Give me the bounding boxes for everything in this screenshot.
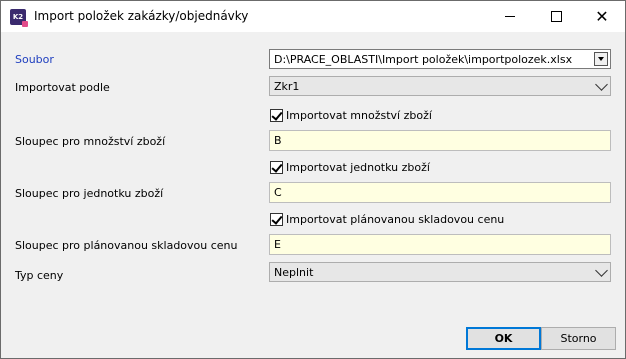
window-title: Import položek zakázky/objednávky <box>34 9 249 23</box>
cancel-button[interactable]: Storno <box>541 327 616 350</box>
minimize-icon <box>505 16 515 17</box>
maximize-icon <box>550 11 562 22</box>
soubor-label: Soubor <box>15 53 54 66</box>
checkbox-checked-icon[interactable] <box>270 213 283 226</box>
jednotka-col-label: Sloupec pro jednotku zboží <box>15 187 164 200</box>
soubor-value: D:\PRACE_OBLASTI\Import položek\importpo… <box>274 53 573 66</box>
chevron-down-icon <box>595 78 608 91</box>
soubor-combo[interactable]: D:\PRACE_OBLASTI\Import položek\importpo… <box>269 49 611 69</box>
jednotka-col-input[interactable]: C <box>269 182 611 203</box>
jednotka-col-value: C <box>274 186 282 199</box>
typ-ceny-label: Typ ceny <box>15 269 64 282</box>
dialog-window: K2 Import položek zakázky/objednávky ✕ S… <box>0 0 626 359</box>
close-icon: ✕ <box>595 6 609 26</box>
mnozstvi-col-input[interactable]: B <box>269 130 611 151</box>
cena-col-label: Sloupec pro plánovanou skladovou cenu <box>15 239 238 252</box>
mnozstvi-col-label: Sloupec pro množství zboží <box>15 135 166 148</box>
title-bar[interactable]: K2 Import položek zakázky/objednávky ✕ <box>1 1 625 32</box>
mnozstvi-checkbox-label: Importovat množství zboží <box>286 109 432 122</box>
cena-checkbox-label: Importovat plánovanou skladovou cenu <box>286 213 505 226</box>
chevron-down-icon <box>595 264 608 277</box>
app-icon: K2 <box>10 9 28 27</box>
jednotka-checkbox[interactable]: Importovat jednotku zboží <box>270 161 430 174</box>
minimize-button[interactable] <box>487 1 533 32</box>
importovat-podle-label: Importovat podle <box>15 81 110 94</box>
close-button[interactable]: ✕ <box>579 1 625 32</box>
importovat-podle-select[interactable]: Zkr1 <box>269 76 611 96</box>
checkbox-checked-icon[interactable] <box>270 109 283 122</box>
typ-ceny-select[interactable]: Neplnit <box>269 262 611 282</box>
maximize-button[interactable] <box>533 1 579 32</box>
importovat-podle-value: Zkr1 <box>274 80 300 93</box>
mnozstvi-col-value: B <box>274 134 282 147</box>
cena-checkbox[interactable]: Importovat plánovanou skladovou cenu <box>270 213 504 226</box>
dropdown-arrow-icon[interactable] <box>594 52 608 66</box>
typ-ceny-value: Neplnit <box>274 266 314 279</box>
cena-col-input[interactable]: E <box>269 234 611 255</box>
jednotka-checkbox-label: Importovat jednotku zboží <box>286 161 430 174</box>
cena-col-value: E <box>274 238 281 251</box>
ok-button[interactable]: OK <box>466 327 541 350</box>
mnozstvi-checkbox[interactable]: Importovat množství zboží <box>270 109 432 122</box>
checkbox-checked-icon[interactable] <box>270 161 283 174</box>
